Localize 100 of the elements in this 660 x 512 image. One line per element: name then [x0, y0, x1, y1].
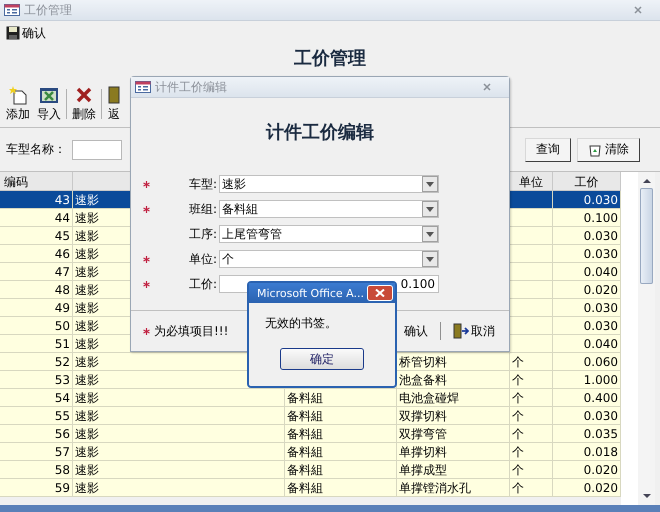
table-cell: 速影: [75, 211, 99, 225]
vertical-scrollbar[interactable]: [638, 172, 655, 505]
caret-icon: [426, 206, 434, 212]
dialog-heading: 计件工价编辑: [266, 121, 374, 145]
table-cell: 备料組: [287, 463, 323, 477]
close-icon[interactable]: [634, 6, 642, 14]
field-label: 车型:: [188, 176, 218, 192]
table-cell: 0.030: [584, 319, 618, 333]
table-row[interactable]: 56 速影 备料組 双撑弯管 个 0.035: [0, 425, 621, 443]
table-cell: 57: [54, 445, 70, 459]
table-cell: 52: [54, 355, 70, 369]
car-model-label: 车型名称：: [6, 141, 66, 158]
window-title: 工价管理: [24, 2, 72, 18]
caret-icon: [426, 232, 434, 236]
save-icon: [6, 26, 20, 40]
table-cell: 速影: [75, 481, 99, 495]
table-cell: 速影: [75, 265, 99, 279]
message-text: 无效的书签。: [264, 315, 337, 332]
table-cell: 53: [54, 373, 70, 387]
table-row[interactable]: 54 速影 备料組 电池盒碰焊 个 0.400: [0, 389, 621, 407]
table-cell: 51: [54, 337, 70, 351]
table-cell: 0.030: [584, 247, 618, 261]
table-cell: 0.030: [584, 229, 618, 243]
form-icon: [135, 81, 151, 93]
table-cell: 0.030: [584, 301, 618, 315]
dropdown-field[interactable]: 上尾管弯管: [219, 225, 439, 243]
table-cell: 44: [54, 211, 70, 225]
new-page-icon: [8, 84, 28, 104]
table-cell: 速影: [75, 337, 99, 351]
table-cell: 个: [512, 427, 524, 441]
table-cell: 个: [512, 391, 524, 405]
table-cell: 0.018: [584, 445, 618, 459]
scroll-thumb[interactable]: [640, 188, 653, 284]
scroll-up-icon[interactable]: [642, 178, 652, 184]
form-icon: [4, 4, 20, 16]
table-cell: 0.020: [584, 481, 618, 495]
table-cell: 0.060: [584, 355, 618, 369]
table-cell: 双撑切料: [399, 409, 447, 423]
table-cell: 备料組: [287, 409, 323, 423]
required-icon: [142, 256, 150, 262]
table-row[interactable]: 57 速影 备料組 单撑切料 个 0.018: [0, 443, 621, 461]
required-icon: [143, 328, 150, 334]
table-cell: 0.020: [584, 463, 618, 477]
search-button[interactable]: 查询: [525, 138, 571, 162]
table-cell: 速影: [75, 409, 99, 423]
table-cell: 速影: [75, 463, 99, 477]
required-icon: [142, 206, 150, 212]
table-cell: 46: [54, 247, 70, 261]
table-cell: 个: [512, 481, 524, 495]
field-label: 工序:: [188, 226, 218, 242]
table-cell: 54: [54, 391, 70, 405]
table-cell: 个: [512, 355, 524, 369]
dropdown-field[interactable]: 备料組: [219, 200, 439, 218]
dropdown-field[interactable]: 个: [219, 250, 439, 268]
table-cell: 48: [54, 283, 70, 297]
table-cell: 0.040: [584, 337, 618, 351]
ok-button[interactable]: 确定: [280, 348, 364, 370]
delete-button[interactable]: 删除: [70, 84, 98, 122]
table-cell: 个: [512, 373, 524, 387]
close-icon[interactable]: [483, 83, 491, 91]
table-cell: 45: [54, 229, 70, 243]
dropdown-field[interactable]: 速影: [219, 175, 439, 193]
table-cell: 55: [54, 409, 70, 423]
table-cell: 单撑切料: [399, 445, 447, 459]
table-cell: 速影: [75, 355, 99, 369]
scroll-down-icon[interactable]: [642, 493, 652, 499]
table-cell: 速影: [75, 301, 99, 315]
table-cell: 速影: [75, 283, 99, 297]
table-cell: 速影: [75, 391, 99, 405]
table-cell: 个: [512, 445, 524, 459]
table-cell: 1.000: [584, 373, 618, 387]
import-button[interactable]: 导入: [35, 84, 63, 122]
table-row[interactable]: 58 速影 备料組 单撑成型 个 0.020: [0, 461, 621, 479]
door-icon: [107, 84, 121, 104]
message-title: Microsoft Office A...: [257, 286, 365, 300]
table-cell: 池盒备料: [399, 373, 447, 387]
return-button[interactable]: 返: [105, 84, 123, 122]
save-button[interactable]: 确认: [4, 24, 48, 42]
table-cell: 0.040: [584, 265, 618, 279]
table-row[interactable]: 55 速影 备料組 双撑切料 个 0.030: [0, 407, 621, 425]
table-cell: 速影: [75, 373, 99, 387]
form-heading: 工价管理: [293, 47, 367, 71]
clear-button[interactable]: 清除: [577, 138, 640, 162]
table-cell: 个: [512, 409, 524, 423]
add-button[interactable]: 添加: [4, 84, 32, 122]
table-cell: 58: [54, 463, 70, 477]
table-cell: 速影: [75, 319, 99, 333]
required-icon: [142, 180, 150, 188]
door-arrow-icon: [453, 323, 469, 339]
table-row[interactable]: 59 速影 备料組 单撑镗消水孔 个 0.020: [0, 479, 621, 497]
car-model-field[interactable]: [72, 140, 122, 160]
table-cell: 单撑镗消水孔: [399, 481, 471, 495]
close-button[interactable]: [367, 285, 393, 301]
table-cell: 56: [54, 427, 70, 441]
table-cell: 0.030: [584, 193, 618, 207]
table-cell: 49: [54, 301, 70, 315]
table-cell: 0.020: [584, 283, 618, 297]
table-cell: 双撑弯管: [399, 427, 447, 441]
table-cell: 速影: [75, 229, 99, 243]
table-cell: 0.030: [584, 409, 618, 423]
